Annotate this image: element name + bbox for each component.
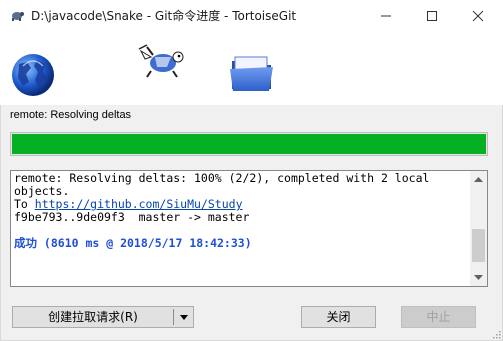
globe-icon [12, 54, 54, 96]
chevron-down-icon [474, 275, 483, 280]
minimize-button[interactable] [363, 0, 409, 31]
log-line-prefix: To [14, 197, 35, 211]
tortoisegit-icon [12, 12, 24, 21]
log-output[interactable]: remote: Resolving deltas: 100% (2/2), co… [10, 170, 488, 287]
create-pull-request-label: 创建拉取请求(R) [48, 310, 138, 324]
maximize-button[interactable] [409, 0, 455, 31]
dropdown-arrow-icon[interactable] [180, 315, 188, 320]
close-button[interactable]: 关闭 [301, 306, 376, 328]
abort-button: 中止 [401, 306, 476, 328]
maximize-icon [427, 11, 437, 21]
log-text[interactable]: remote: Resolving deltas: 100% (2/2), co… [14, 172, 464, 250]
split-separator [173, 309, 174, 325]
tortoise-icon [138, 44, 184, 78]
scroll-up-button[interactable] [470, 171, 487, 188]
title-bar[interactable]: D:\javacode\Snake - Git命令进度 - TortoiseGi… [0, 0, 503, 31]
remote-url-link[interactable]: https://github.com/SiuMu/Study [35, 197, 243, 211]
progress-fill [12, 134, 486, 154]
scroll-thumb[interactable] [472, 229, 485, 262]
scroll-down-button[interactable] [470, 269, 487, 286]
log-scrollbar[interactable] [470, 171, 487, 286]
create-pull-request-split-button[interactable]: 创建拉取请求(R) [12, 306, 194, 328]
status-text: remote: Resolving deltas [10, 109, 132, 121]
progress-bar [10, 132, 488, 156]
log-line: f9be793..9de09f3 master -> master [14, 210, 250, 224]
log-line: objects. [14, 184, 70, 198]
resize-grip-icon[interactable] [491, 329, 501, 339]
close-window-button[interactable] [455, 0, 501, 31]
minimize-icon [381, 15, 391, 17]
close-icon [472, 10, 484, 22]
animation-banner [0, 31, 503, 105]
folder-icon [230, 56, 273, 91]
chevron-up-icon [474, 177, 483, 182]
log-line: remote: Resolving deltas: 100% (2/2), co… [14, 171, 430, 185]
window-title: D:\javacode\Snake - Git命令进度 - TortoiseGi… [31, 9, 297, 23]
result-line: 成功 (8610 ms @ 2018/5/17 18:42:33) [14, 236, 252, 250]
